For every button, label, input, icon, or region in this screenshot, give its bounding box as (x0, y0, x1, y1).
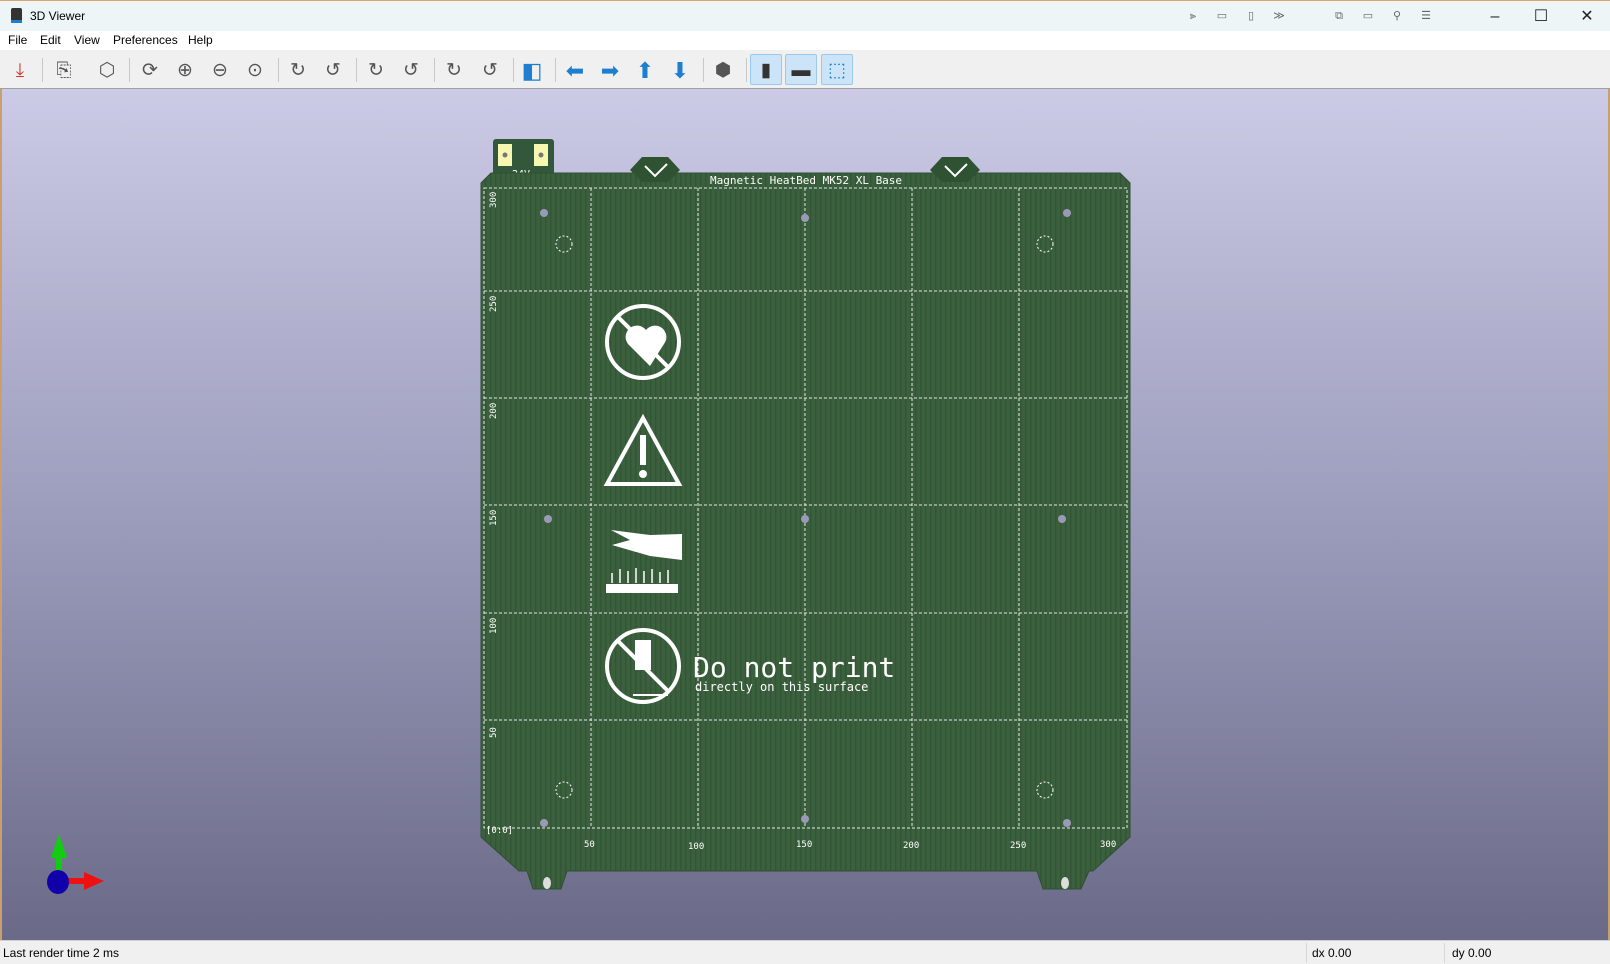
status-bar: Last render time 2 ms dx 0.00 dy 0.00 (0, 940, 1610, 964)
render-time: Last render time 2 ms (3, 946, 120, 960)
svg-text:150: 150 (489, 510, 499, 526)
dx-readout: dx 0.00 (1312, 946, 1352, 960)
svg-text:250: 250 (1010, 841, 1026, 851)
svg-text:300: 300 (1100, 840, 1116, 850)
pad-hole (502, 152, 508, 158)
svg-text:50: 50 (584, 840, 595, 850)
svg-text:200: 200 (903, 841, 919, 851)
pcb-3d-render[interactable]: 24V Magnetic HeatBed MK52 XL Base 300 25… (0, 0, 1610, 964)
dy-readout: dy 0.00 (1452, 946, 1492, 960)
svg-text:200: 200 (489, 403, 499, 419)
svg-text:250: 250 (489, 296, 499, 312)
svg-text:300: 300 (489, 192, 499, 208)
z-axis-arrow (47, 870, 69, 894)
svg-text:100: 100 (489, 618, 499, 634)
pad-hole (538, 152, 544, 158)
svg-text:[0:0]: [0:0] (486, 826, 513, 836)
heatbed-board: 24V Magnetic HeatBed MK52 XL Base 300 25… (480, 139, 1131, 890)
svg-text:100: 100 (688, 842, 704, 852)
notice-subtitle: directly on this surface (695, 680, 868, 694)
axis-orientation-widget (47, 834, 104, 894)
svg-text:50: 50 (489, 727, 499, 738)
board-title: Magnetic HeatBed MK52 XL Base (710, 174, 902, 187)
svg-text:150: 150 (796, 840, 812, 850)
